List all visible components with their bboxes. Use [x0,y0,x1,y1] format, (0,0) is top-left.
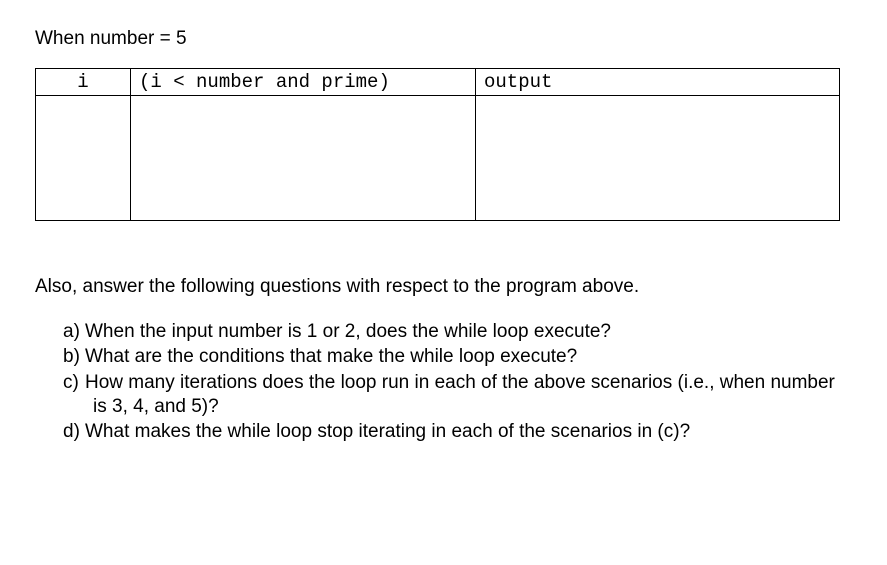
table-cell-i [36,96,131,221]
question-a: a)When the input number is 1 or 2, does … [63,320,852,344]
table-cell-output [476,96,840,221]
questions-list: a)When the input number is 1 or 2, does … [35,320,852,445]
question-marker: d) [63,420,85,444]
question-marker: c) [63,371,85,395]
question-b: b)What are the conditions that make the … [63,345,852,369]
question-text: What are the conditions that make the wh… [85,346,577,367]
questions-instruction: Also, answer the following questions wit… [35,276,852,298]
question-c: c)How many iterations does the loop run … [63,371,852,420]
question-marker: a) [63,320,85,344]
question-text: What makes the while loop stop iterating… [85,421,690,442]
table-header-i: i [36,69,131,96]
table-header-row: i (i < number and prime) output [36,69,840,96]
question-text: How many iterations does the loop run in… [85,372,835,417]
question-text: When the input number is 1 or 2, does th… [85,321,611,342]
table-row [36,96,840,221]
trace-table: i (i < number and prime) output [35,68,840,221]
question-marker: b) [63,345,85,369]
table-header-output: output [476,69,840,96]
table-cell-condition [131,96,476,221]
table-header-condition: (i < number and prime) [131,69,476,96]
question-d: d)What makes the while loop stop iterati… [63,420,852,444]
trace-heading: When number = 5 [35,28,852,50]
